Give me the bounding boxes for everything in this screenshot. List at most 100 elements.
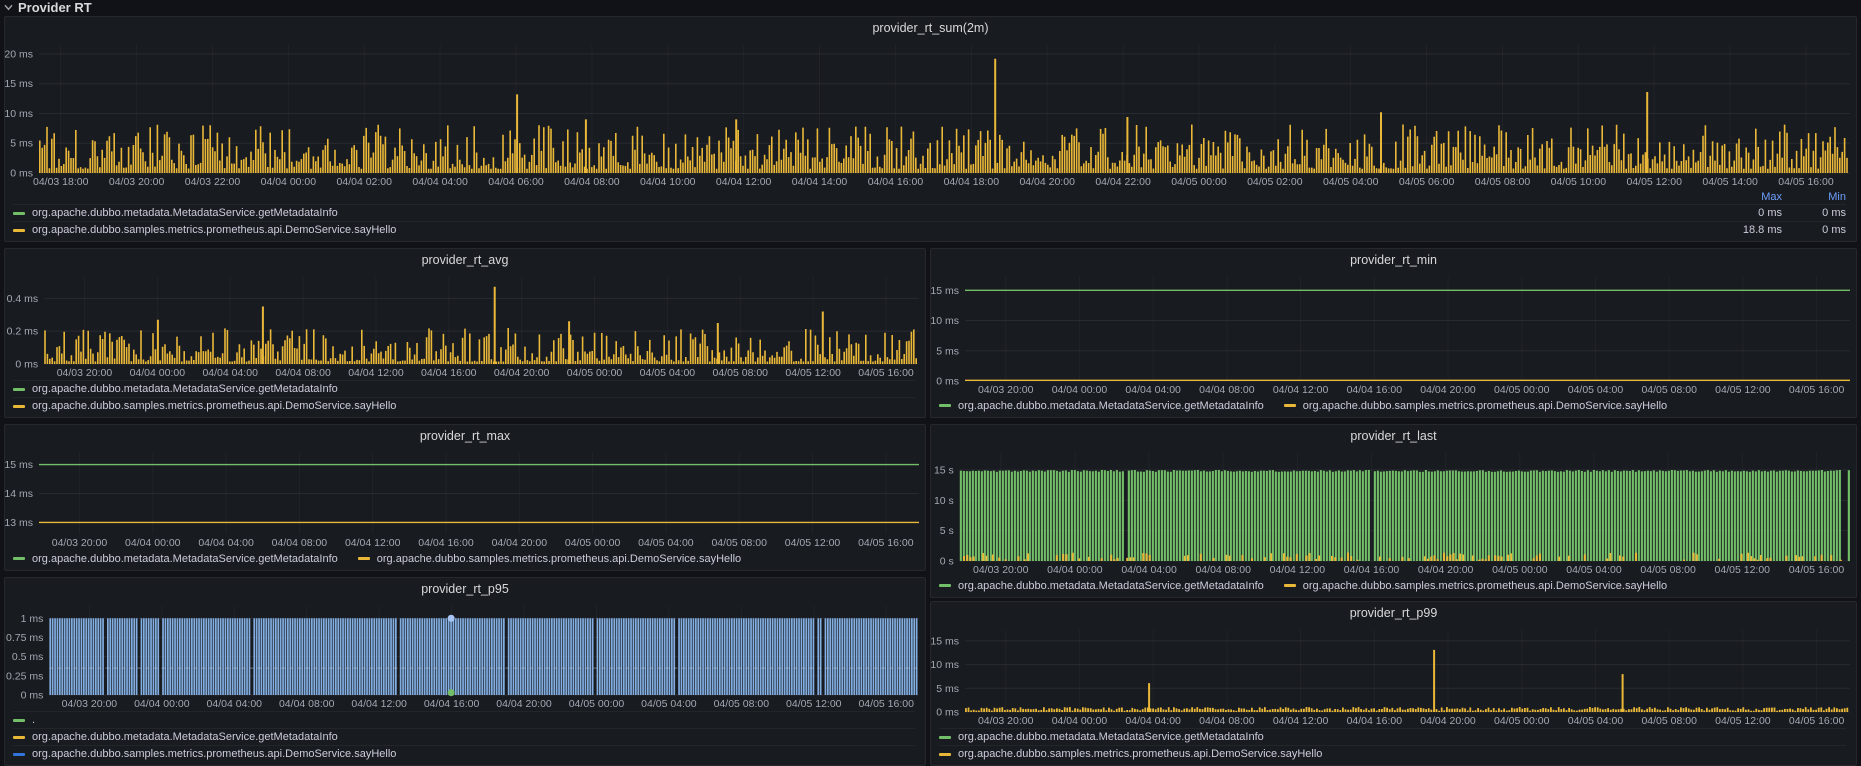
panel-title-p95[interactable]: provider_rt_p95 xyxy=(5,578,925,600)
sum-chart[interactable]: 0 ms5 ms10 ms15 ms20 ms04/03 18:0004/03 … xyxy=(5,39,1856,189)
legend-series-swatch xyxy=(13,753,25,756)
legend-series-swatch xyxy=(13,405,25,408)
y-tick-label: 0.2 ms xyxy=(7,326,39,338)
legend-item-max-1[interactable]: org.apache.dubbo.samples.metrics.prometh… xyxy=(358,553,741,565)
legend-item-sum-1[interactable]: org.apache.dubbo.samples.metrics.prometh… xyxy=(13,224,1696,236)
y-tick-label: 13 ms xyxy=(5,517,33,529)
legend-item-sum-1: org.apache.dubbo.samples.metrics.prometh… xyxy=(13,221,1846,238)
x-tick-label: 04/05 16:00 xyxy=(858,537,914,549)
legend-item-sum-0[interactable]: org.apache.dubbo.metadata.MetadataServic… xyxy=(13,207,1696,219)
legend-item-min-1[interactable]: org.apache.dubbo.samples.metrics.prometh… xyxy=(1284,400,1667,412)
x-tick-label: 04/04 16:00 xyxy=(421,367,477,379)
x-tick-label: 04/04 12:00 xyxy=(348,367,404,379)
panel-title-max[interactable]: provider_rt_max xyxy=(5,425,925,447)
legend-item-p99-0[interactable]: org.apache.dubbo.metadata.MetadataServic… xyxy=(939,728,1846,745)
panel-title-avg[interactable]: provider_rt_avg xyxy=(5,249,925,271)
min-plot[interactable]: 0 ms5 ms10 ms15 ms04/03 20:0004/04 00:00… xyxy=(931,271,1856,397)
legend-item-max-0[interactable]: org.apache.dubbo.metadata.MetadataServic… xyxy=(13,553,338,565)
min-chart[interactable]: 0 ms5 ms10 ms15 ms04/03 20:0004/04 00:00… xyxy=(931,271,1856,397)
legend-series-label[interactable]: org.apache.dubbo.samples.metrics.prometh… xyxy=(32,748,396,760)
legend-sort-max[interactable]: Max xyxy=(1696,191,1782,203)
x-tick-label: 04/04 04:00 xyxy=(202,367,258,379)
avg-chart[interactable]: 0 ms0.2 ms0.4 ms04/03 20:0004/04 00:0004… xyxy=(5,271,925,380)
p99-chart[interactable]: 0 ms5 ms10 ms15 ms04/03 20:0004/04 00:00… xyxy=(931,624,1856,728)
x-tick-label: 04/04 14:00 xyxy=(792,176,848,188)
legend-sort-min[interactable]: Min xyxy=(1782,191,1846,203)
avg-plot[interactable]: 0 ms0.2 ms0.4 ms04/03 20:0004/04 00:0004… xyxy=(5,271,925,380)
y-tick-label: 20 ms xyxy=(5,48,33,60)
legend-item-p95-0[interactable]: . xyxy=(13,711,915,728)
last-chart[interactable]: 0 s5 s10 s15 s04/03 20:0004/04 00:0004/0… xyxy=(931,447,1856,577)
x-tick-label: 04/05 00:00 xyxy=(567,367,623,379)
x-tick-label: 04/03 20:00 xyxy=(57,367,113,379)
legend-item-avg-0[interactable]: org.apache.dubbo.metadata.MetadataServic… xyxy=(13,380,915,397)
legend-series-label[interactable]: org.apache.dubbo.samples.metrics.prometh… xyxy=(32,400,396,412)
x-tick-label: 04/05 04:00 xyxy=(1568,384,1624,396)
legend-series-label[interactable]: org.apache.dubbo.metadata.MetadataServic… xyxy=(32,207,338,219)
y-tick-label: 14 ms xyxy=(5,488,33,500)
x-tick-label: 04/04 04:00 xyxy=(1125,715,1181,727)
legend-value: 0 ms xyxy=(1782,207,1846,219)
legend-series-label[interactable]: . xyxy=(32,714,35,726)
x-tick-label: 04/04 16:00 xyxy=(1344,564,1400,576)
row-header-provider-rt[interactable]: Provider RT xyxy=(4,0,92,15)
legend-inline-row: org.apache.dubbo.metadata.MetadataServic… xyxy=(939,577,1846,594)
x-tick-label: 04/04 08:00 xyxy=(279,698,335,710)
x-tick-label: 04/05 14:00 xyxy=(1702,176,1758,188)
p99-plot[interactable]: 0 ms5 ms10 ms15 ms04/03 20:0004/04 00:00… xyxy=(931,624,1856,728)
x-tick-label: 04/05 16:00 xyxy=(1789,564,1845,576)
y-tick-label: 15 ms xyxy=(931,285,959,297)
legend-table-header: MaxMin xyxy=(13,189,1846,204)
y-tick-label: 10 ms xyxy=(931,315,959,327)
legend-value: 0 ms xyxy=(1782,224,1846,236)
legend-series-label[interactable]: org.apache.dubbo.metadata.MetadataServic… xyxy=(958,731,1264,743)
x-tick-label: 04/04 00:00 xyxy=(125,537,181,549)
panel-title-min[interactable]: provider_rt_min xyxy=(931,249,1856,271)
legend-series-label[interactable]: org.apache.dubbo.metadata.MetadataServic… xyxy=(32,383,338,395)
panel-title-sum[interactable]: provider_rt_sum(2m) xyxy=(5,17,1856,39)
max-plot[interactable]: 13 ms14 ms15 ms04/03 20:0004/04 00:0004/… xyxy=(5,447,925,550)
series-point-green[interactable] xyxy=(448,689,455,696)
last-plot[interactable]: 0 s5 s10 s15 s04/03 20:0004/04 00:0004/0… xyxy=(931,447,1856,577)
x-tick-label: 04/04 20:00 xyxy=(496,698,552,710)
x-tick-label: 04/03 22:00 xyxy=(185,176,241,188)
legend-min: org.apache.dubbo.metadata.MetadataServic… xyxy=(931,397,1856,417)
x-tick-label: 04/05 16:00 xyxy=(1778,176,1834,188)
panel-title-p99[interactable]: provider_rt_p99 xyxy=(931,602,1856,624)
legend-item-p95-2[interactable]: org.apache.dubbo.samples.metrics.prometh… xyxy=(13,745,915,762)
series-point-blue_dot[interactable] xyxy=(448,615,455,622)
legend-series-label[interactable]: org.apache.dubbo.samples.metrics.prometh… xyxy=(1303,400,1667,412)
legend-series-label[interactable]: org.apache.dubbo.metadata.MetadataServic… xyxy=(958,400,1264,412)
x-tick-label: 04/05 08:00 xyxy=(1641,715,1697,727)
p95-chart[interactable]: 0 ms0.25 ms0.5 ms0.75 ms1 ms04/03 20:000… xyxy=(5,600,925,711)
x-tick-label: 04/05 08:00 xyxy=(714,698,770,710)
legend-item-avg-1[interactable]: org.apache.dubbo.samples.metrics.prometh… xyxy=(13,397,915,414)
panel-title-last[interactable]: provider_rt_last xyxy=(931,425,1856,447)
x-tick-label: 04/04 16:00 xyxy=(1347,384,1403,396)
legend-sum: MaxMin org.apache.dubbo.metadata.Metadata… xyxy=(5,189,1856,241)
x-tick-label: 04/04 10:00 xyxy=(640,176,696,188)
legend-item-p99-1[interactable]: org.apache.dubbo.samples.metrics.prometh… xyxy=(939,745,1846,762)
legend-series-label[interactable]: org.apache.dubbo.metadata.MetadataServic… xyxy=(958,580,1264,592)
x-tick-label: 04/04 16:00 xyxy=(868,176,924,188)
p95-plot[interactable]: 0 ms0.25 ms0.5 ms0.75 ms1 ms04/03 20:000… xyxy=(5,600,925,711)
x-tick-label: 04/04 20:00 xyxy=(1418,564,1474,576)
x-tick-label: 04/03 20:00 xyxy=(978,384,1034,396)
x-tick-label: 04/04 20:00 xyxy=(1420,715,1476,727)
x-tick-label: 04/04 04:00 xyxy=(1121,564,1177,576)
x-tick-label: 04/04 12:00 xyxy=(1273,384,1329,396)
legend-item-min-0[interactable]: org.apache.dubbo.metadata.MetadataServic… xyxy=(939,400,1264,412)
legend-series-label[interactable]: org.apache.dubbo.samples.metrics.prometh… xyxy=(377,553,741,565)
legend-series-label[interactable]: org.apache.dubbo.samples.metrics.prometh… xyxy=(1303,580,1667,592)
legend-series-label[interactable]: org.apache.dubbo.samples.metrics.prometh… xyxy=(958,748,1322,760)
x-tick-label: 04/04 00:00 xyxy=(261,176,317,188)
legend-series-label[interactable]: org.apache.dubbo.metadata.MetadataServic… xyxy=(32,731,338,743)
x-tick-label: 04/05 12:00 xyxy=(1626,176,1682,188)
legend-series-label[interactable]: org.apache.dubbo.samples.metrics.prometh… xyxy=(32,224,396,236)
legend-item-last-0[interactable]: org.apache.dubbo.metadata.MetadataServic… xyxy=(939,580,1264,592)
sum-plot[interactable]: 0 ms5 ms10 ms15 ms20 ms04/03 18:0004/03 … xyxy=(5,39,1856,189)
legend-item-p95-1[interactable]: org.apache.dubbo.metadata.MetadataServic… xyxy=(13,728,915,745)
legend-series-label[interactable]: org.apache.dubbo.metadata.MetadataServic… xyxy=(32,553,338,565)
max-chart[interactable]: 13 ms14 ms15 ms04/03 20:0004/04 00:0004/… xyxy=(5,447,925,550)
legend-item-last-1[interactable]: org.apache.dubbo.samples.metrics.prometh… xyxy=(1284,580,1667,592)
